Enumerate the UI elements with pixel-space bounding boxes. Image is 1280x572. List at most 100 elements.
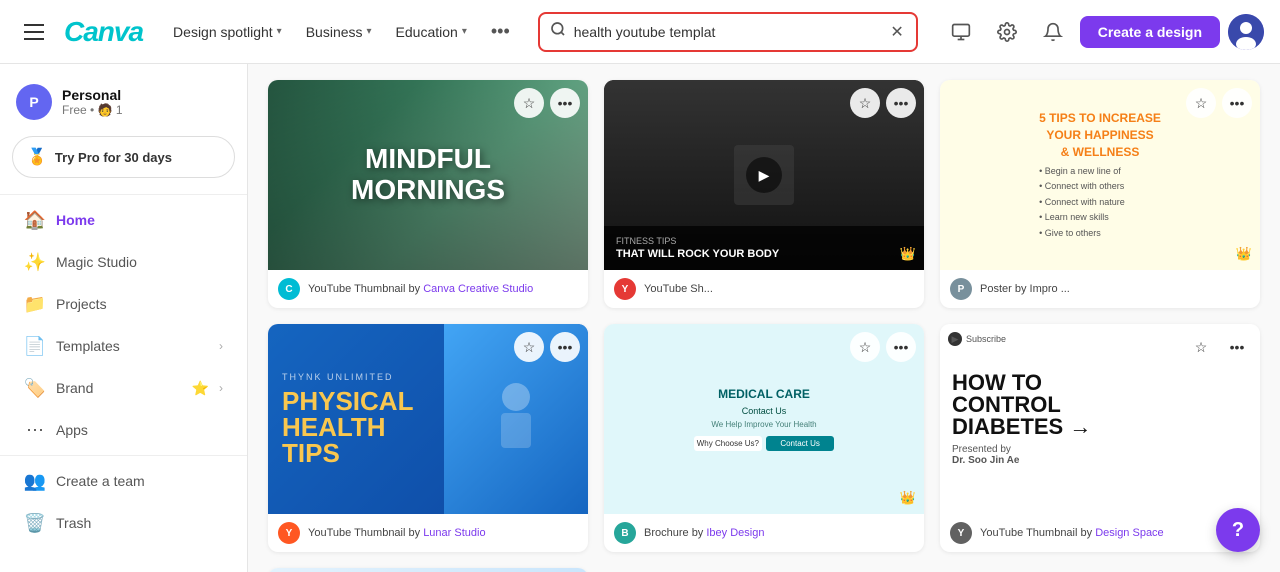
card-footer: B Brochure by Ibey Design: [604, 514, 924, 552]
template-card-poster[interactable]: 5 TIPS TO INCREASEYOUR HAPPINESS& WELLNE…: [940, 80, 1260, 308]
sidebar-item-templates[interactable]: 📄 Templates ›: [8, 326, 239, 366]
magic-studio-icon: ✨: [24, 251, 46, 273]
card-footer-text: YouTube Thumbnail by Canva Creative Stud…: [308, 283, 533, 295]
sidebar-item-home[interactable]: 🏠 Home: [8, 200, 239, 240]
brand-icon: 🏷️: [24, 377, 46, 399]
search-clear-icon[interactable]: ✕: [888, 20, 905, 44]
sidebar-item-brand[interactable]: 🏷️ Brand ⭐ ›: [8, 368, 239, 408]
profile-info: Personal Free • 🧑 1: [62, 87, 123, 117]
sidebar-item-label: Create a team: [56, 473, 223, 489]
creator-avatar: C: [278, 278, 300, 300]
creator-avatar: B: [614, 522, 636, 544]
sidebar-item-label: Apps: [56, 422, 223, 438]
template-card-physical[interactable]: THYNK UNLIMITED PHYSICALHEALTHTIPS ☆ •••…: [268, 324, 588, 552]
nav-design-spotlight[interactable]: Design spotlight ▾: [163, 18, 292, 46]
sidebar-item-create-team[interactable]: 👥 Create a team: [8, 461, 239, 501]
chevron-right-icon: ›: [219, 339, 223, 353]
pro-badge: 👑: [900, 490, 916, 506]
card-footer: Y YouTube Thumbnail by Lunar Studio: [268, 514, 588, 552]
template-card-mindful[interactable]: MINDFULMORNINGS ☆ ••• C YouTube Thumbnai…: [268, 80, 588, 308]
template-card-dental[interactable]: 🦷 LARANA How toMaintain YourDental Healt…: [268, 568, 588, 572]
sidebar-item-label: Projects: [56, 296, 223, 312]
app-body: P Personal Free • 🧑 1 🏅 Try Pro for 30 d…: [0, 64, 1280, 572]
more-options-button[interactable]: •••: [886, 88, 916, 118]
favorite-button[interactable]: ☆: [1186, 332, 1216, 362]
card-footer-text: YouTube Thumbnail by Lunar Studio: [308, 527, 486, 539]
favorite-button[interactable]: ☆: [850, 88, 880, 118]
sidebar-item-trash[interactable]: 🗑️ Trash: [8, 503, 239, 543]
canva-logo: Canva: [64, 16, 143, 48]
card-footer: Y YouTube Thumbnail by Design Space: [940, 514, 1260, 552]
search-wrap: ✕: [538, 12, 918, 52]
profile-sub: Free • 🧑 1: [62, 103, 123, 117]
search-icon: [550, 21, 566, 42]
card-actions: ☆ •••: [514, 88, 580, 118]
search-input[interactable]: [574, 24, 889, 40]
sidebar-item-label: Trash: [56, 515, 223, 531]
card-footer: C YouTube Thumbnail by Canva Creative St…: [268, 270, 588, 308]
more-options-button[interactable]: •••: [886, 332, 916, 362]
help-button[interactable]: ?: [1216, 508, 1260, 552]
hamburger-menu[interactable]: [16, 16, 52, 48]
create-design-button[interactable]: Create a design: [1080, 16, 1220, 48]
profile-name: Personal: [62, 87, 123, 103]
creator-avatar: Y: [614, 278, 636, 300]
card-actions: ☆ •••: [850, 88, 916, 118]
chevron-down-icon: ▾: [367, 26, 372, 37]
notification-icon-button[interactable]: [1034, 13, 1072, 51]
more-options-button[interactable]: •••: [550, 88, 580, 118]
sidebar-item-label: Templates: [56, 338, 209, 354]
card-footer-text: Brochure by Ibey Design: [644, 527, 764, 539]
creator-avatar: Y: [278, 522, 300, 544]
template-card-brochure[interactable]: MEDICAL CARE Contact UsWe Help Improve Y…: [604, 324, 924, 552]
sidebar-item-apps[interactable]: ⋯ Apps: [8, 410, 239, 450]
poster-text: 5 TIPS TO INCREASEYOUR HAPPINESS& WELLNE…: [1039, 110, 1161, 239]
template-card-diabetes[interactable]: ▶ Subscribe HOW TOCONTROLDIABETES → Pres…: [940, 324, 1260, 552]
card-thumbnail: 🦷 LARANA How toMaintain YourDental Healt…: [268, 568, 588, 572]
card-footer-text: YouTube Sh...: [644, 283, 713, 295]
favorite-button[interactable]: ☆: [514, 88, 544, 118]
more-options-button[interactable]: •••: [1222, 332, 1252, 362]
sidebar-item-projects[interactable]: 📁 Projects: [8, 284, 239, 324]
projects-icon: 📁: [24, 293, 46, 315]
try-pro-button[interactable]: 🏅 Try Pro for 30 days: [12, 136, 235, 178]
team-icon: 👥: [24, 470, 46, 492]
settings-icon-button[interactable]: [988, 13, 1026, 51]
chevron-down-icon: ▾: [277, 26, 282, 37]
more-options-button[interactable]: •••: [550, 332, 580, 362]
profile-section: P Personal Free • 🧑 1: [0, 76, 247, 132]
pro-badge: 👑: [900, 246, 916, 262]
sidebar-divider: [0, 194, 247, 195]
avatar[interactable]: [1228, 14, 1264, 50]
card-title-text: MINDFULMORNINGS: [351, 144, 505, 206]
creator-avatar: P: [950, 278, 972, 300]
play-icon: ▶: [746, 157, 782, 193]
card-actions: ☆ •••: [514, 332, 580, 362]
sidebar-divider: [0, 455, 247, 456]
chevron-down-icon: ▾: [462, 26, 467, 37]
favorite-button[interactable]: ☆: [514, 332, 544, 362]
card-footer: P Poster by Impro ...: [940, 270, 1260, 308]
brand-badge-icon: ⭐: [192, 380, 209, 397]
favorite-button[interactable]: ☆: [1186, 88, 1216, 118]
nav-more-button[interactable]: •••: [481, 15, 520, 48]
nav-business[interactable]: Business ▾: [296, 18, 382, 46]
card-actions: ☆ •••: [850, 332, 916, 362]
card-actions: ☆ •••: [1186, 88, 1252, 118]
favorite-button[interactable]: ☆: [850, 332, 880, 362]
monitor-icon-button[interactable]: [942, 13, 980, 51]
nav-links: Design spotlight ▾ Business ▾ Education …: [163, 15, 520, 48]
creator-avatar: Y: [950, 522, 972, 544]
trash-icon: 🗑️: [24, 512, 46, 534]
sidebar: P Personal Free • 🧑 1 🏅 Try Pro for 30 d…: [0, 64, 248, 572]
apps-icon: ⋯: [24, 419, 46, 441]
sidebar-item-magic-studio[interactable]: ✨ Magic Studio: [8, 242, 239, 282]
nav-education[interactable]: Education ▾: [386, 18, 477, 46]
main-content: MINDFULMORNINGS ☆ ••• C YouTube Thumbnai…: [248, 64, 1280, 572]
template-card-fitness[interactable]: FITNESS TIPS THAT WILL ROCK YOUR BODY ▶ …: [604, 80, 924, 308]
sidebar-item-label: Brand: [56, 380, 182, 396]
card-actions: ☆ •••: [1186, 332, 1252, 362]
sidebar-item-label: Home: [56, 212, 223, 228]
chevron-right-icon: ›: [219, 381, 223, 395]
more-options-button[interactable]: •••: [1222, 88, 1252, 118]
